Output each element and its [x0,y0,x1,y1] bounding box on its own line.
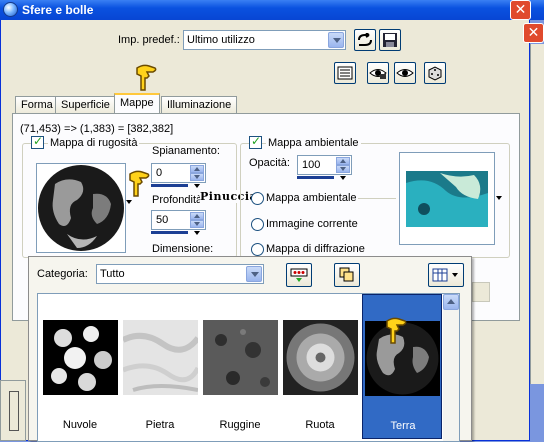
list-item-label: Nuvole [62,419,98,431]
depth-label: Profondità: [152,194,206,206]
pointing-hand-icon [133,62,159,95]
size-label: Dimensione: [152,243,214,255]
smoothing-label: Spianamento: [152,145,220,157]
window-title: Sfere e bolle [22,3,94,17]
side-strip [530,44,544,384]
ruler-icon [0,380,26,441]
reset-icon[interactable] [334,62,356,84]
category-value: Tutto [100,268,125,280]
bump-map-checkbox[interactable] [31,134,44,149]
chevron-down-icon[interactable] [328,32,344,48]
list-item-nuvole[interactable]: Nuvole [40,294,120,439]
tab-illuminazione[interactable]: Illuminazione [161,96,238,114]
spin-up-icon[interactable] [190,165,204,173]
bump-map-preview[interactable] [36,163,126,253]
smoothing-value: 0 [156,167,163,179]
rust-thumbnail [203,320,278,395]
radio-env-map[interactable] [251,192,264,205]
list-item-label: Ruggine [219,419,261,431]
close-icon[interactable]: ✕ [523,23,544,43]
depth-value: 50 [156,214,169,226]
list-item-pietra[interactable]: Pietra [120,294,201,439]
list-item-label: Ruota [305,419,335,431]
opacity-slider-icon[interactable] [340,176,346,180]
env-map-preview[interactable] [399,152,495,245]
spin-up-icon[interactable] [190,212,204,220]
radio-diffraction-map-label: Mappa di diffrazione [266,243,365,255]
list-item-label: Pietra [145,419,175,431]
close-icon[interactable]: ✕ [510,0,531,20]
pointing-hand-icon [383,315,409,348]
pointing-hand-icon [126,168,152,201]
spin-down-icon[interactable] [336,165,350,173]
wheel-thumbnail [283,320,358,395]
tab-label: Forma [21,99,53,111]
smoothing-spin-buttons[interactable] [190,165,204,181]
radio-env-map-label: Mappa ambientale [266,192,357,204]
lock-eye-icon[interactable] [367,62,389,84]
depth-slider[interactable] [151,231,188,234]
preset-label: Imp. predef.: [118,34,180,46]
separator [358,198,396,199]
category-combo[interactable]: Tutto [96,264,264,284]
save-preset-icon[interactable] [379,29,401,51]
tab-mappe[interactable]: Mappe [114,93,160,114]
radio-diffraction-map[interactable] [251,243,264,256]
list-item-terra[interactable]: Terra [362,294,442,439]
env-map-dropdown-icon[interactable] [496,196,502,200]
category-label: Categoria: [37,268,88,280]
smoothing-slider-icon[interactable] [194,184,200,188]
env-map-label: Mappa ambientale [266,137,361,149]
opacity-value: 100 [302,159,321,171]
smoothing-slider[interactable] [151,184,188,187]
random-dice-icon[interactable] [424,62,446,84]
spin-down-icon[interactable] [190,173,204,181]
depth-slider-icon[interactable] [194,231,200,235]
title-bar[interactable]: Sfere e bolle [0,0,544,20]
opacity-label: Opacità: [249,157,290,169]
copy-icon[interactable] [334,263,360,287]
list-item-label: Terra [390,420,416,432]
tab-forma[interactable]: Forma [15,96,59,114]
depth-spinner[interactable]: 50 [151,210,206,230]
rename-icon[interactable] [354,29,376,51]
spin-up-icon[interactable] [336,157,350,165]
preset-value: Ultimo utilizzo [187,34,255,46]
scrollbar[interactable] [443,294,459,441]
texture-list: Nuvole Pietra Ruggine Ruota Terra [37,293,460,442]
disabled-dropdown [472,282,490,302]
radio-current-image-label: Immagine corrente [266,218,358,230]
clouds-thumbnail [43,320,118,395]
tab-label: Mappe [120,97,154,109]
eye-icon[interactable] [394,62,416,84]
env-map-checkbox[interactable] [249,134,262,149]
list-item-ruota[interactable]: Ruota [280,294,360,439]
scroll-up-icon[interactable] [443,294,459,310]
smoothing-spinner[interactable]: 0 [151,163,206,183]
chevron-down-icon[interactable] [246,266,262,282]
texture-picker-popup: Categoria: Tutto Nuvole Pietra Ruggine R… [28,256,472,442]
tab-label: Illuminazione [167,99,232,111]
depth-spin-buttons[interactable] [190,212,204,228]
stone-thumbnail [121,320,201,395]
sort-icon[interactable] [286,263,312,287]
opacity-spinner[interactable]: 100 [297,155,352,175]
radio-current-image[interactable] [251,218,264,231]
app-icon [3,2,18,17]
preset-combo[interactable]: Ultimo utilizzo [183,30,346,50]
grid-view-icon[interactable] [428,263,464,287]
list-item-ruggine[interactable]: Ruggine [200,294,280,439]
spin-down-icon[interactable] [190,220,204,228]
bump-map-label: Mappa di rugosità [48,137,140,149]
tab-label: Superficie [61,99,110,111]
opacity-spin-buttons[interactable] [336,157,350,173]
tab-superficie[interactable]: Superficie [55,96,116,114]
opacity-slider[interactable] [297,176,334,179]
